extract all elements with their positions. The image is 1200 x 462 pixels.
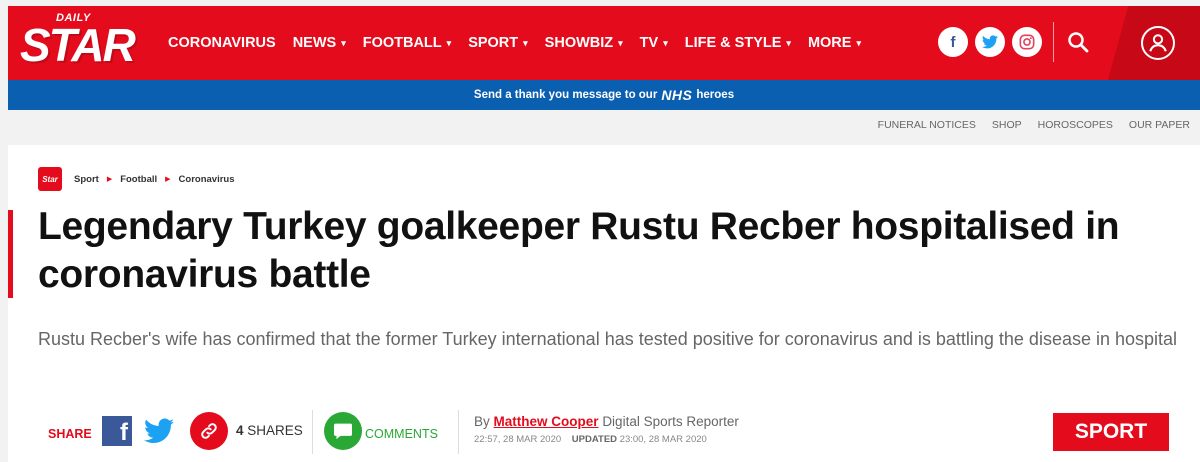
chevron-down-icon: ▾	[786, 37, 791, 48]
article-dates: 22:57, 28 MAR 2020 UPDATED 23:00, 28 MAR…	[474, 434, 707, 445]
comments-icon[interactable]	[324, 412, 362, 450]
updated-time: 23:00, 28 MAR 2020	[619, 434, 707, 445]
breadcrumb-arrow-icon: ▶	[106, 176, 113, 183]
share-divider	[312, 410, 313, 454]
author-role: Digital Sports Reporter	[602, 414, 739, 429]
headline-accent-bar	[8, 210, 13, 298]
breadcrumb-football[interactable]: Football	[120, 174, 157, 185]
byline: By Matthew Cooper Digital Sports Reporte…	[474, 414, 739, 429]
banner-text-before: Send a thank you message to our	[473, 89, 658, 101]
logo-star-text: STAR	[20, 19, 136, 71]
instagram-icon[interactable]	[1012, 27, 1042, 57]
nav-label: FOOTBALL	[362, 35, 442, 51]
facebook-glyph: f	[950, 33, 956, 51]
header-divider	[1053, 22, 1054, 62]
chevron-down-icon: ▾	[618, 37, 623, 48]
breadcrumb-sport[interactable]: Sport	[74, 174, 99, 185]
nhs-logo: NHS	[661, 87, 693, 103]
share-label: SHARE	[48, 427, 92, 441]
nav-item-life-style[interactable]: LIFE & STYLE ▾	[685, 35, 791, 51]
share-count-label: SHARES	[247, 423, 303, 438]
nav-item-coronavirus[interactable]: CORONAVIRUS	[168, 35, 276, 51]
facebook-icon[interactable]: f	[938, 27, 968, 57]
author-link[interactable]: Matthew Cooper	[494, 414, 599, 429]
nav-item-tv[interactable]: TV ▾	[640, 35, 668, 51]
twitter-share-icon[interactable]	[144, 418, 174, 444]
nav-label: MORE	[807, 35, 852, 51]
byline-prefix: By	[474, 414, 490, 429]
breadcrumb-coronavirus[interactable]: Coronavirus	[179, 174, 235, 185]
article-standfirst: Rustu Recber's wife has confirmed that t…	[38, 329, 1178, 349]
nav-item-showbiz[interactable]: SHOWBIZ ▾	[545, 35, 623, 51]
section-badge-sport[interactable]: SPORT	[1053, 413, 1169, 451]
nhs-thank-you-banner[interactable]: Send a thank you message to our NHS hero…	[8, 80, 1200, 110]
copy-link-icon[interactable]	[190, 412, 228, 450]
util-link-funeral-notices[interactable]: FUNERAL NOTICES	[878, 119, 976, 131]
facebook-share-glyph: f	[120, 419, 128, 446]
social-links: f	[938, 27, 1049, 57]
chevron-down-icon: ▾	[856, 37, 861, 48]
chevron-down-icon: ▾	[446, 37, 452, 48]
nav-item-football[interactable]: FOOTBALL ▾	[363, 35, 451, 51]
nav-item-more[interactable]: MORE ▾	[808, 35, 861, 51]
published-time: 22:57, 28 MAR 2020	[474, 434, 562, 445]
breadcrumb: Star Sport ▶ Football ▶ Coronavirus	[38, 167, 235, 191]
share-count: 4 SHARES	[236, 423, 303, 438]
article-headline: Legendary Turkey goalkeeper Rustu Recber…	[38, 205, 1120, 296]
nav-item-sport[interactable]: SPORT ▾	[468, 35, 527, 51]
nav-label: CORONAVIRUS	[168, 35, 276, 51]
user-account-icon[interactable]	[1141, 26, 1175, 60]
util-link-shop[interactable]: SHOP	[992, 119, 1022, 131]
banner-text-after: heroes	[696, 89, 735, 101]
twitter-icon[interactable]	[975, 27, 1005, 57]
nav-label: SPORT	[468, 35, 519, 51]
star-badge-icon[interactable]: Star	[38, 167, 62, 191]
nav-label: SHOWBIZ	[544, 35, 614, 51]
nav-item-news[interactable]: NEWS ▾	[293, 35, 346, 51]
nav-label: NEWS	[292, 35, 337, 51]
util-link-our-paper[interactable]: OUR PAPER	[1129, 119, 1190, 131]
site-header: DAILY STAR CORONAVIRUS NEWS ▾ FOOTBALL ▾ S…	[8, 6, 1200, 80]
nav-label: LIFE & STYLE	[684, 35, 782, 51]
byline-divider	[458, 410, 459, 454]
updated-label: UPDATED	[571, 434, 618, 445]
breadcrumb-arrow-icon: ▶	[165, 176, 171, 183]
util-link-horoscopes[interactable]: HOROSCOPES	[1038, 119, 1113, 131]
chevron-down-icon: ▾	[523, 37, 528, 48]
star-badge-text: Star	[42, 174, 58, 184]
utility-links: FUNERAL NOTICES SHOP HOROSCOPES OUR PAPE…	[862, 119, 1190, 131]
search-icon[interactable]	[1066, 30, 1090, 54]
share-count-number: 4	[236, 423, 244, 438]
chevron-down-icon: ▾	[341, 37, 346, 48]
main-nav: CORONAVIRUS NEWS ▾ FOOTBALL ▾ SPORT ▾ SHOWB…	[168, 6, 878, 80]
chevron-down-icon: ▾	[663, 37, 668, 48]
comments-link[interactable]: COMMENTS	[365, 427, 438, 441]
article: Star Sport ▶ Football ▶ Coronavirus Lege…	[8, 145, 1200, 462]
nav-label: TV	[639, 35, 659, 51]
share-row: SHARE f 4 SHARES COMMENTS By Matthew Coo…	[8, 400, 1200, 462]
facebook-share-icon[interactable]: f	[102, 416, 132, 446]
daily-star-logo[interactable]: DAILY STAR	[20, 10, 136, 76]
